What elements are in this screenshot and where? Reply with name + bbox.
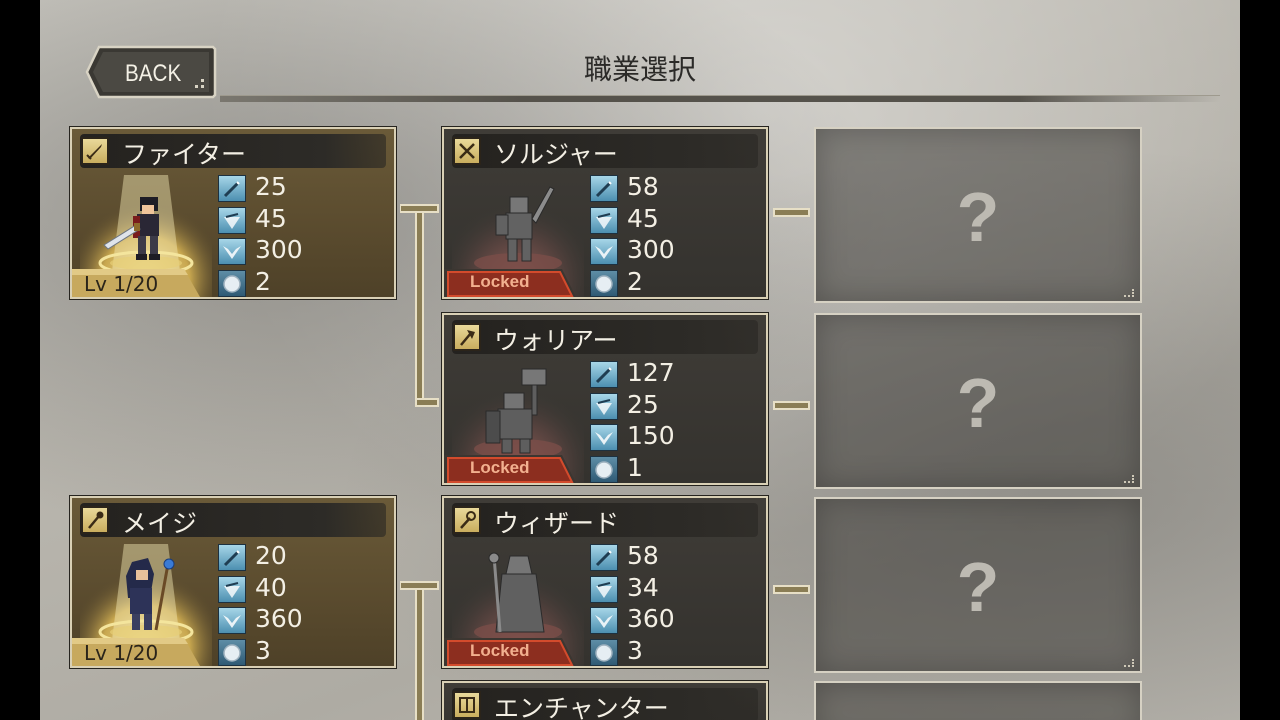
stat-hp: 360 [255, 604, 303, 633]
job-name: メイジ [122, 509, 198, 538]
job-name: ウィザード [494, 509, 620, 538]
unknown-mark: ? [956, 178, 1000, 256]
defense-icon [590, 392, 618, 420]
locked-tag: Locked [444, 269, 578, 297]
corner-dots-icon [1124, 475, 1134, 483]
job-name: ウォリアー [494, 326, 618, 355]
unknown-job-slot: ? [814, 313, 1142, 489]
page-title: 職業選択 [583, 53, 696, 86]
corner-dots-icon [1124, 659, 1134, 667]
level-label: Lv 1/20 [84, 272, 159, 296]
hp-icon [590, 607, 618, 634]
stat-hp: 360 [627, 604, 675, 633]
attack-icon [218, 544, 246, 571]
stat-cost: 1 [627, 452, 643, 482]
locked-label: Locked [470, 458, 530, 477]
magic-staff-icon [453, 506, 481, 534]
book-icon [453, 691, 481, 719]
stat-defense: 25 [627, 389, 659, 419]
tree-connector-warrior [773, 401, 810, 410]
corner-dots-icon [1124, 289, 1134, 297]
tree-connector-mage [400, 581, 439, 720]
stat-hp: 300 [255, 235, 303, 264]
unknown-job-slot: ? [814, 497, 1142, 673]
unknown-mark: ? [956, 364, 1000, 442]
job-card-mage[interactable]: メイジ 20 40 360 3 Lv 1/20 [70, 496, 396, 668]
attack-icon [590, 175, 618, 202]
cost-icon [590, 269, 618, 297]
level-tag: Lv 1/20 [72, 638, 202, 666]
hp-icon [590, 424, 618, 451]
hp-icon [218, 607, 246, 634]
job-card-enchanter[interactable]: エンチャンター [442, 681, 768, 720]
defense-icon [218, 575, 246, 603]
locked-tag: Locked [444, 638, 578, 666]
attack-icon [590, 544, 618, 571]
attack-icon [590, 361, 618, 388]
hp-icon [590, 238, 618, 265]
stat-hp: 300 [627, 235, 675, 264]
stat-defense: 40 [255, 572, 287, 602]
axe-icon [453, 323, 481, 351]
stat-attack: 127 [627, 358, 675, 387]
locked-label: Locked [470, 641, 530, 660]
unknown-job-slot [814, 681, 1142, 720]
unknown-mark: ? [956, 548, 1000, 626]
level-tag: Lv 1/20 [72, 269, 202, 297]
defense-icon [218, 206, 246, 234]
stat-hp: 150 [627, 421, 675, 450]
cost-icon [218, 638, 246, 666]
crossed-swords-icon [453, 137, 481, 165]
tree-connector-soldier [773, 208, 810, 217]
title-divider [220, 95, 1220, 102]
hp-icon [218, 238, 246, 265]
job-name: ファイター [122, 140, 247, 169]
stat-cost: 3 [627, 635, 643, 665]
staff-icon [81, 506, 109, 534]
defense-icon [590, 575, 618, 603]
job-card-fighter[interactable]: ファイター 25 45 300 2 Lv 1/20 [70, 127, 396, 299]
locked-label: Locked [470, 272, 530, 291]
stat-defense: 45 [255, 203, 287, 233]
stat-attack: 58 [627, 541, 659, 570]
stat-attack: 20 [255, 541, 287, 570]
stat-cost: 2 [255, 266, 271, 296]
job-card-wizard[interactable]: ウィザード 58 34 360 3 Locked [442, 496, 768, 668]
job-name: エンチャンター [494, 694, 669, 720]
cost-icon [218, 269, 246, 297]
sword-icon [81, 137, 109, 165]
stat-attack: 58 [627, 172, 659, 201]
level-label: Lv 1/20 [84, 641, 159, 665]
locked-tag: Locked [444, 455, 578, 483]
stat-cost: 3 [255, 635, 271, 665]
job-card-soldier[interactable]: ソルジャー 58 45 300 2 Locked [442, 127, 768, 299]
stat-attack: 25 [255, 172, 287, 201]
defense-icon [590, 206, 618, 234]
cost-icon [590, 455, 618, 483]
job-select-screen: BACK 職業選択 ? ? ? ファイター 25 45 300 2 Lv 1/2… [40, 0, 1240, 720]
stat-defense: 45 [627, 203, 659, 233]
job-card-warrior[interactable]: ウォリアー 127 25 150 1 Locked [442, 313, 768, 485]
unknown-job-slot: ? [814, 127, 1142, 303]
tree-connector-fighter [400, 204, 439, 407]
tree-connector-wizard [773, 585, 810, 594]
attack-icon [218, 175, 246, 202]
stat-defense: 34 [627, 572, 659, 602]
stat-cost: 2 [627, 266, 643, 296]
job-name: ソルジャー [494, 140, 618, 169]
cost-icon [590, 638, 618, 666]
